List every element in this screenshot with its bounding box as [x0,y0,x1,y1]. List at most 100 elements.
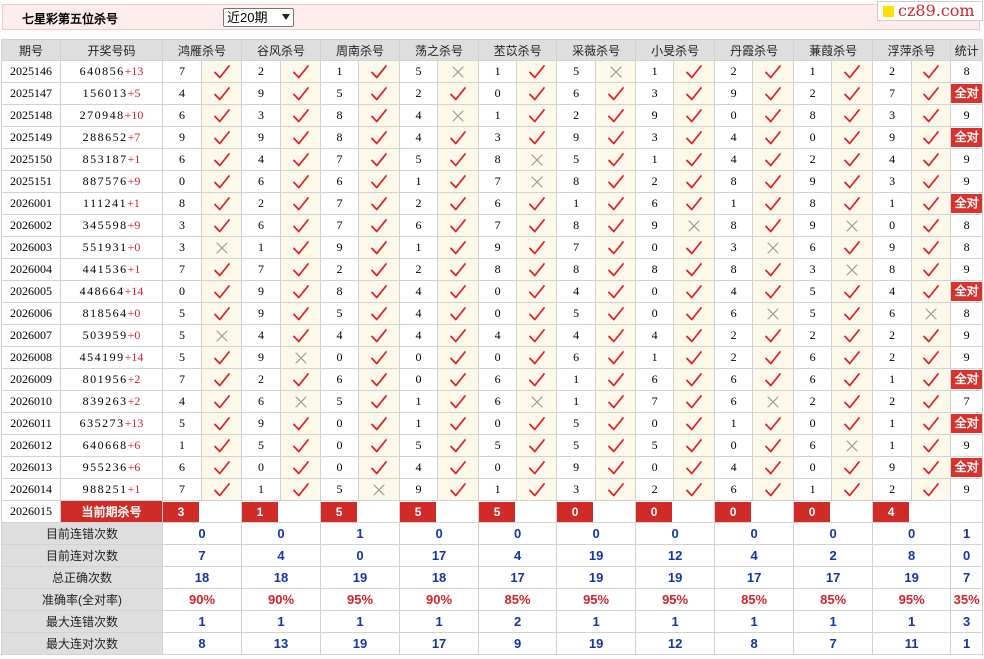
draw-digits: 640668 [82,438,128,452]
kill-value: 2 [399,82,439,105]
kill-result [516,456,558,479]
kill-result [911,258,952,281]
check-icon [213,218,230,232]
summary-value: 8 [872,544,952,567]
column-header: 周南杀号 [320,39,401,61]
check-icon [528,482,545,496]
draw-number: 111241+1 [60,192,163,215]
kill-result [595,170,637,193]
cross-icon [215,329,228,342]
current-stat-cell [950,500,984,523]
kill-result [280,258,322,281]
draw-number: 955236+6 [60,456,163,479]
kill-result [595,82,637,105]
kill-value: 8 [635,258,675,281]
kill-result [831,390,874,413]
kill-value: 0 [635,280,675,303]
summary-label: 总正确次数 [1,566,163,589]
kill-value: 9 [399,478,439,501]
chevron-down-icon [282,14,290,20]
check-icon [607,328,624,342]
check-icon [213,64,230,78]
kill-result [911,126,952,149]
kill-value: 9 [872,236,913,259]
kill-value: 0 [399,368,439,391]
kill-value: 4 [399,324,439,347]
cross-icon [452,109,464,122]
check-icon [450,328,466,342]
check-icon [292,218,309,232]
check-icon [450,174,466,188]
summary-value: 0 [478,522,558,545]
cross-icon [215,241,228,254]
kill-value: 3 [478,126,518,149]
stat-cell: 9 [950,324,984,347]
kill-value: 5 [793,302,833,325]
table-row: 2025146 640856+13 7 2 1 5 1 5 1 2 1 2 8 [1,60,984,83]
kill-result [280,214,322,237]
period-select[interactable]: 近20期 [223,8,294,27]
summary-value: 0 [320,544,401,567]
check-icon [686,394,702,408]
kill-result [831,412,874,435]
check-icon [450,196,466,210]
kill-result [358,412,401,435]
draw-bonus: +0 [127,328,141,342]
kill-value: 5 [162,324,202,347]
check-icon [292,64,309,78]
kill-result [280,456,322,479]
kill-value: 9 [241,412,282,435]
kill-value: 4 [399,456,439,479]
stat-cell: 8 [950,236,984,259]
kill-value: 3 [241,104,282,127]
kill-result [595,148,637,171]
kill-value: 6 [793,236,833,259]
kill-value: 7 [478,214,518,237]
check-icon [292,174,309,188]
check-icon [292,372,309,386]
cross-icon [530,395,543,408]
kill-value: 4 [714,456,754,479]
check-icon [528,218,545,232]
check-icon [371,416,387,430]
kill-result [358,258,401,281]
current-kill-badge: 0 [794,501,831,522]
kill-result [358,236,401,259]
kill-value: 2 [872,346,913,369]
kill-result [595,434,637,457]
check-icon [923,482,940,496]
kill-value: 4 [241,148,282,171]
kill-result [752,434,795,457]
kill-value: 2 [241,368,282,391]
draw-digits: 635273 [79,416,125,430]
kill-value: 0 [478,82,518,105]
summary-value: 18 [161,566,243,589]
all-correct-badge: 全对 [951,282,982,301]
kill-value: 0 [320,456,360,479]
all-correct-badge: 全对 [951,370,982,389]
kill-result [911,60,952,83]
draw-bonus: +1 [127,152,141,166]
check-icon [292,130,309,144]
summary-row: 最大连错次数 1 1 1 1 2 1 1 1 1 1 3 [1,610,984,633]
kill-value: 1 [872,434,913,457]
kill-result [516,82,558,105]
draw-digits: 839263 [82,394,128,408]
site-logo[interactable]: cz89.com [877,1,983,21]
check-icon [292,416,309,430]
kill-value: 0 [872,214,913,237]
issue-number: 2025146 [1,60,61,83]
stat-cell: 全对 [950,368,984,391]
cross-icon [846,219,858,232]
table-row: 2026007 503959+0 5 4 4 4 4 4 4 2 2 2 9 [1,324,984,347]
check-icon [923,372,940,386]
kill-value: 6 [162,456,202,479]
kill-result [280,390,322,413]
check-icon [371,262,387,276]
check-icon [923,438,940,452]
kill-value: 6 [714,478,754,501]
summary-value: 0 [241,522,322,545]
logo-text: cz89.com [898,1,975,20]
stat-cell: 7 [950,390,984,413]
kill-value: 5 [556,302,597,325]
